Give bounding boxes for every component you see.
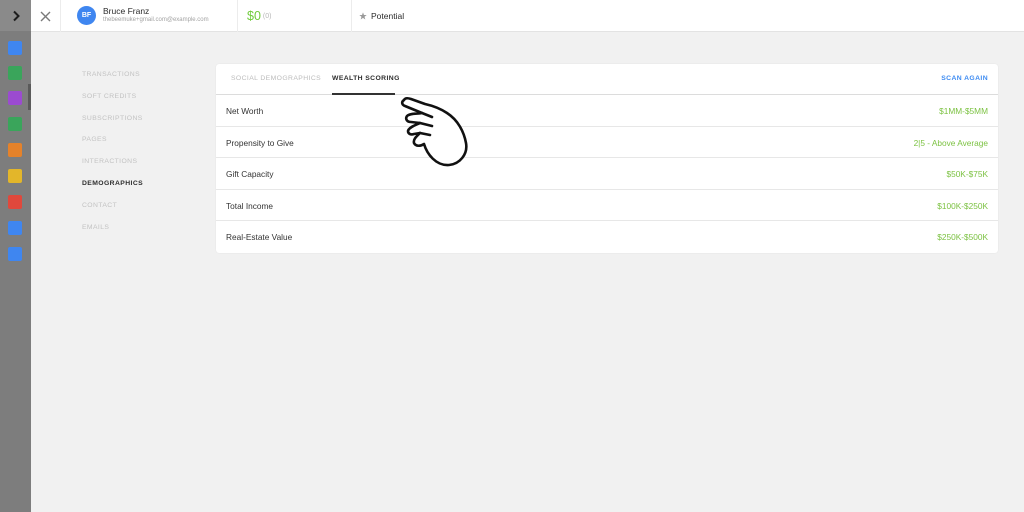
list-icon[interactable] (8, 169, 22, 183)
close-button[interactable] (31, 0, 61, 32)
row-value: 2|5 - Above Average (913, 137, 988, 148)
contact-email: thebeemuke+gmail.com@example.com (103, 17, 209, 23)
potential-status[interactable]: Potential (359, 11, 404, 21)
header-divider (237, 0, 238, 32)
chart-icon[interactable] (8, 143, 22, 157)
star-icon (359, 12, 367, 20)
nav-item-emails[interactable]: EMAILS (82, 223, 143, 245)
check-icon[interactable] (8, 117, 22, 131)
contact-header: BF Bruce Franz thebeemuke+gmail.com@exam… (31, 0, 1024, 32)
row-label: Total Income (226, 200, 274, 211)
people-icon[interactable] (8, 91, 22, 105)
avatar: BF (77, 6, 96, 25)
list-item: Gift Capacity $50K-$75K (216, 158, 998, 190)
list-item: Net Worth $1MM-$5MM (216, 95, 998, 127)
amount-value: $0 (247, 9, 261, 23)
chevron-right-icon (12, 10, 20, 21)
close-icon (40, 11, 51, 21)
row-value: $50K-$75K (946, 169, 988, 180)
row-value: $250K-$500K (937, 232, 988, 243)
nav-item-transactions[interactable]: TRANSACTIONS (82, 70, 143, 92)
scan-again-button[interactable]: SCAN AGAIN (941, 75, 988, 82)
nav-item-demographics[interactable]: DEMOGRAPHICS (82, 179, 143, 201)
header-divider (351, 0, 352, 32)
demographics-tabs: SOCIAL DEMOGRAPHICS WEALTH SCORING SCAN … (216, 64, 998, 95)
pointing-hand-icon (400, 97, 468, 167)
monitor-icon[interactable] (8, 221, 22, 235)
contact-summary[interactable]: BF Bruce Franz thebeemuke+gmail.com@exam… (77, 6, 209, 25)
row-value: $1MM-$5MM (939, 106, 988, 116)
rail-expand-button[interactable] (0, 0, 31, 31)
row-value: $100K-$250K (937, 200, 988, 211)
profile-side-nav: TRANSACTIONS SOFT CREDITS SUBSCRIPTIONS … (82, 70, 143, 244)
tab-social-demographics[interactable]: SOCIAL DEMOGRAPHICS (231, 75, 321, 82)
row-label: Gift Capacity (226, 169, 274, 180)
list-item: Propensity to Give 2|5 - Above Average (216, 127, 998, 159)
nav-item-contact[interactable]: CONTACT (82, 201, 143, 223)
tab-wealth-scoring[interactable]: WEALTH SCORING (332, 75, 400, 82)
bank-icon[interactable] (8, 66, 22, 80)
nav-item-soft-credits[interactable]: SOFT CREDITS (82, 92, 143, 114)
home-icon[interactable] (8, 41, 22, 55)
app-rail (0, 0, 31, 512)
nav-item-subscriptions[interactable]: SUBSCRIPTIONS (82, 114, 143, 136)
contact-name: Bruce Franz (103, 6, 150, 16)
wealth-scoring-list: Net Worth $1MM-$5MM Propensity to Give 2… (216, 95, 998, 253)
list-item: Total Income $100K-$250K (216, 190, 998, 222)
amount-count: (0) (262, 13, 272, 20)
demographics-card: SOCIAL DEMOGRAPHICS WEALTH SCORING SCAN … (216, 64, 998, 253)
doc-icon[interactable] (8, 247, 22, 261)
rocket-icon[interactable] (8, 195, 22, 209)
list-item: Real-Estate Value $250K-$500K (216, 221, 998, 253)
nav-item-interactions[interactable]: INTERACTIONS (82, 157, 143, 179)
giving-total: $0 (0) (247, 9, 271, 23)
row-label: Propensity to Give (226, 137, 294, 148)
potential-label: Potential (371, 11, 405, 21)
row-label: Net Worth (226, 106, 264, 116)
rail-active-indicator (28, 84, 31, 110)
nav-item-pages[interactable]: PAGES (82, 135, 143, 157)
row-label: Real-Estate Value (226, 232, 293, 243)
